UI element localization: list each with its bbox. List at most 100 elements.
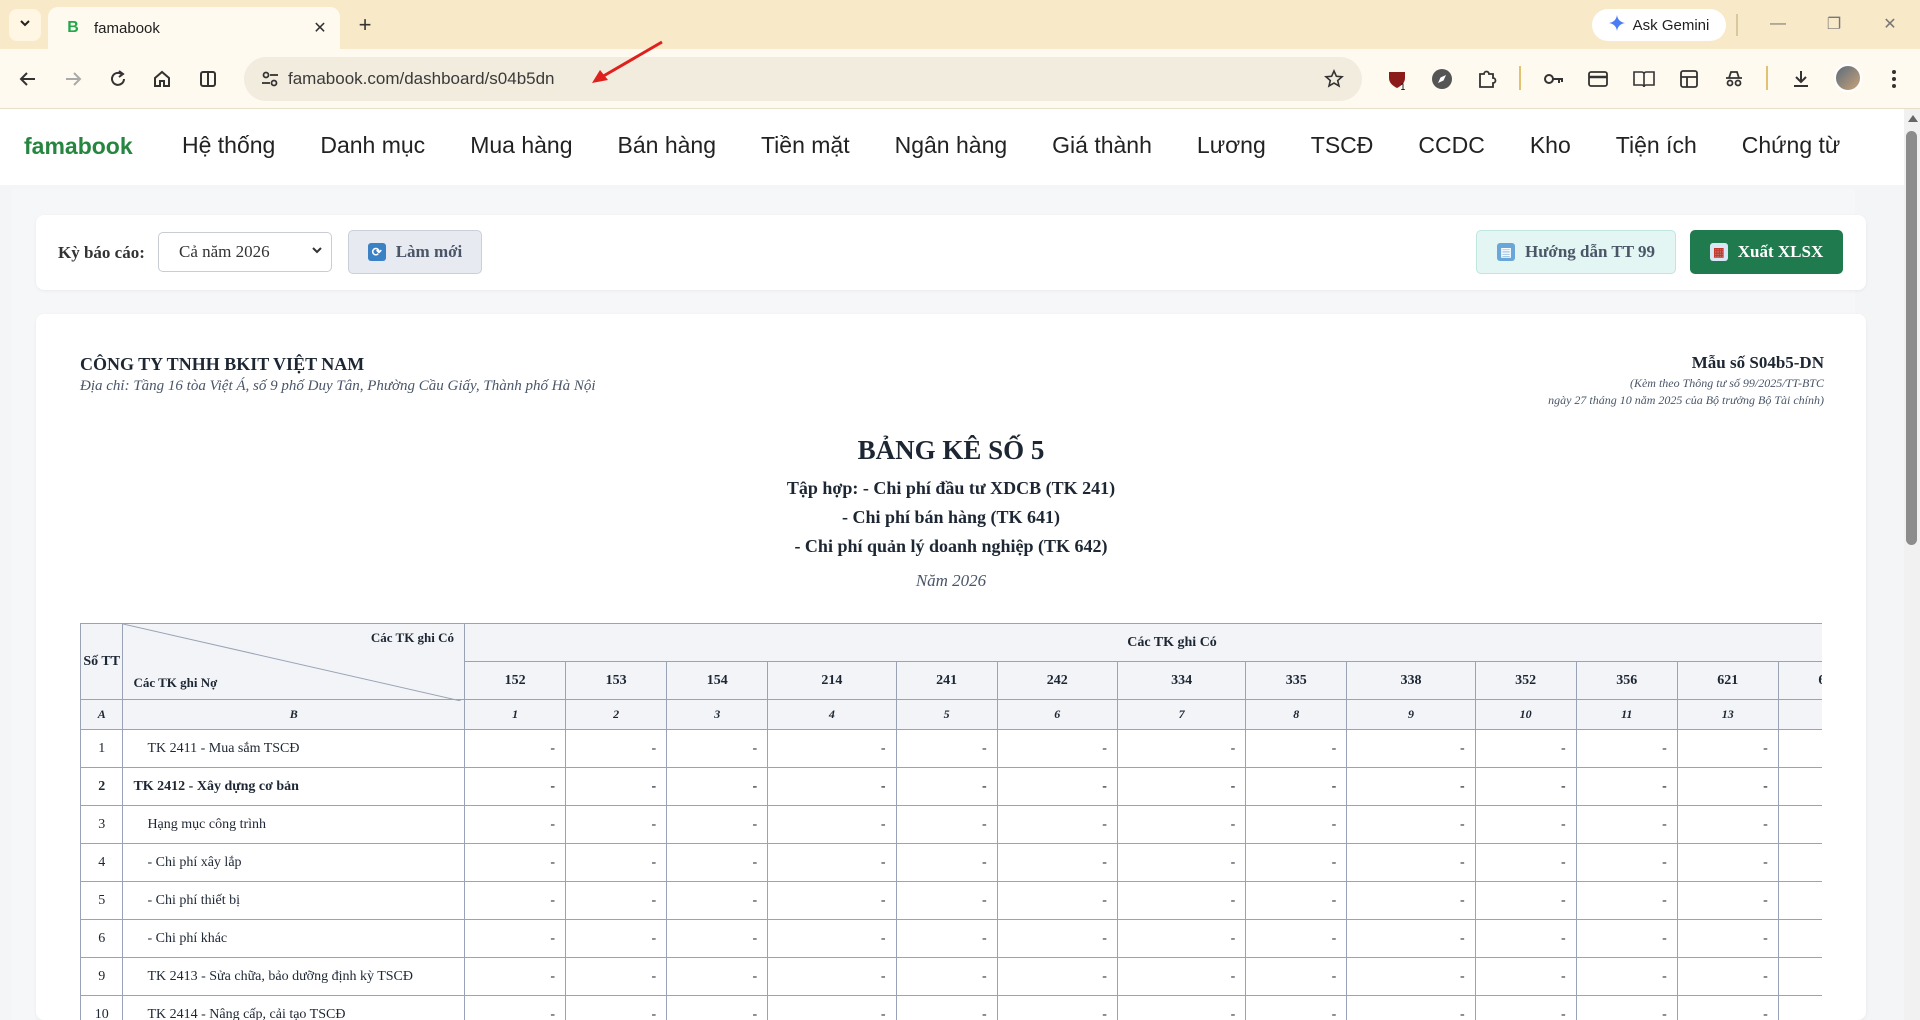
row-amount: -: [1346, 957, 1476, 996]
row-amount: -: [565, 919, 668, 958]
report-title: BẢNG KÊ SỐ 5: [857, 435, 1045, 465]
row-amount: -: [1575, 729, 1678, 768]
profile-avatar[interactable]: [1834, 64, 1862, 92]
row-account-name: - Chi phí thiết bị: [122, 881, 466, 920]
export-xlsx-button[interactable]: ▦ Xuất XLSX: [1690, 230, 1843, 274]
menu-item-kho[interactable]: Kho: [1530, 132, 1571, 159]
main-menu: Hệ thống Danh mục Mua hàng Bán hàng Tiền…: [182, 132, 1885, 159]
index-cell: 2: [565, 699, 668, 730]
row-amount: -: [996, 881, 1118, 920]
menu-item-mua-hang[interactable]: Mua hàng: [470, 132, 572, 159]
url-text[interactable]: famabook.com/dashboard/s04b5dn: [288, 69, 555, 89]
page-scrollbar[interactable]: [1904, 109, 1920, 1020]
menu-item-tien-mat[interactable]: Tiền mặt: [761, 132, 850, 159]
table-row: 5- Chi phí thiết bị-------------: [80, 881, 1822, 920]
scrollbar-thumb[interactable]: [1906, 131, 1917, 545]
address-bar[interactable]: famabook.com/dashboard/s04b5dn: [244, 57, 1362, 101]
window-separator: [1736, 14, 1738, 36]
new-tab-button[interactable]: +: [352, 12, 378, 38]
diagonal-header: Các TK ghi Có Các TK ghi Nợ: [122, 623, 466, 701]
row-amount: -: [666, 805, 769, 844]
close-window-icon[interactable]: ✕: [1872, 10, 1908, 38]
row-amount: -: [996, 957, 1118, 996]
extension-badge: 1: [1400, 83, 1406, 91]
row-amount: -: [1245, 767, 1348, 806]
back-arrow-icon[interactable]: [14, 65, 42, 93]
row-amount: -: [895, 919, 998, 958]
row-amount: -: [464, 729, 567, 768]
row-amount: -: [1676, 729, 1779, 768]
menu-item-ccdc[interactable]: CCDC: [1418, 132, 1484, 159]
tab-close-icon[interactable]: ✕: [310, 18, 330, 38]
table-extension-icon[interactable]: [1675, 65, 1703, 93]
book-icon: ▤: [1496, 243, 1515, 261]
row-amount: -: [1575, 919, 1678, 958]
row-stt: 9: [80, 957, 124, 996]
row-amount: -: [565, 767, 668, 806]
row-amount: -: [895, 805, 998, 844]
reading-mode-icon[interactable]: [1630, 65, 1658, 93]
compass-extension-icon[interactable]: [1428, 65, 1456, 93]
menu-item-ban-hang[interactable]: Bán hàng: [618, 132, 716, 159]
row-stt: 2: [80, 767, 124, 806]
menu-item-tien-ich[interactable]: Tiện ích: [1616, 132, 1697, 159]
shield-extension-icon[interactable]: 1: [1383, 65, 1411, 93]
site-info-icon[interactable]: [258, 67, 282, 91]
puzzle-extensions-icon[interactable]: [1473, 65, 1501, 93]
index-cell: 11: [1575, 699, 1678, 730]
menu-item-ngan-hang[interactable]: Ngân hàng: [895, 132, 1008, 159]
row-account-name: TK 2411 - Mua sắm TSCĐ: [122, 729, 466, 768]
row-amount: -: [1116, 767, 1247, 806]
brand-logo[interactable]: famabook: [24, 133, 133, 160]
row-amount: -: [1575, 843, 1678, 882]
bookmark-star-icon[interactable]: [1322, 67, 1346, 91]
key-icon[interactable]: [1540, 65, 1568, 93]
browser-tab-famabook[interactable]: B famabook ✕: [48, 7, 340, 49]
ask-gemini-button[interactable]: Ask Gemini: [1592, 9, 1726, 41]
row-amount: -: [464, 995, 567, 1020]
row-amount: -: [666, 919, 769, 958]
period-select[interactable]: Cả năm 2026: [158, 232, 332, 272]
account-header: 334: [1116, 661, 1247, 700]
menu-item-he-thong[interactable]: Hệ thống: [182, 132, 275, 159]
tab-search-button[interactable]: [9, 9, 41, 41]
scroll-up-arrow-icon[interactable]: [1908, 115, 1918, 122]
reload-icon[interactable]: [104, 65, 132, 93]
credit-card-icon[interactable]: [1584, 65, 1612, 93]
minimize-icon[interactable]: ―: [1760, 10, 1796, 38]
row-amount: -: [1474, 957, 1577, 996]
split-view-icon[interactable]: [194, 65, 222, 93]
report-table-container[interactable]: Số TT Các TK ghi Có Các TK ghi Nợ Các TK…: [80, 623, 1822, 1020]
row-amount: -: [565, 957, 668, 996]
refresh-icon: ⟳: [367, 243, 386, 261]
stt-header: Số TT: [80, 623, 124, 700]
forward-arrow-icon[interactable]: [59, 65, 87, 93]
row-amount: -: [895, 957, 998, 996]
ask-gemini-label: Ask Gemini: [1632, 16, 1710, 34]
kebab-menu-icon[interactable]: [1880, 65, 1908, 93]
incognito-extension-icon[interactable]: [1720, 65, 1748, 93]
account-header: 241: [895, 661, 998, 700]
row-amount: -: [996, 843, 1118, 882]
index-cell: 9: [1346, 699, 1476, 730]
guide-tt99-button[interactable]: ▤ Hướng dẫn TT 99: [1476, 230, 1676, 274]
menu-item-luong[interactable]: Lương: [1197, 132, 1266, 159]
refresh-button[interactable]: ⟳ Làm mới: [348, 230, 482, 274]
menu-item-tscd[interactable]: TSCĐ: [1311, 132, 1374, 159]
row-amount: -: [996, 919, 1118, 958]
row-amount: -: [895, 995, 998, 1020]
company-address: Địa chỉ: Tầng 16 tòa Việt Á, số 9 phố Du…: [80, 378, 596, 394]
download-icon[interactable]: [1787, 65, 1815, 93]
menu-item-gia-thanh[interactable]: Giá thành: [1052, 132, 1152, 159]
row-amount: -: [1575, 805, 1678, 844]
row-amount: -: [1346, 995, 1476, 1020]
restore-icon[interactable]: ❐: [1816, 10, 1852, 38]
form-note-line1: (Kèm theo Thông tư số 99/2025/TT-BTC: [1629, 376, 1824, 390]
menu-item-chung-tu[interactable]: Chứng từ: [1742, 132, 1841, 159]
row-amount: -: [565, 805, 668, 844]
home-icon[interactable]: [148, 65, 176, 93]
row-amount: -: [1245, 995, 1348, 1020]
account-header: 153: [565, 661, 668, 700]
menu-item-danh-muc[interactable]: Danh mục: [320, 132, 425, 159]
row-stt: 4: [80, 843, 124, 882]
